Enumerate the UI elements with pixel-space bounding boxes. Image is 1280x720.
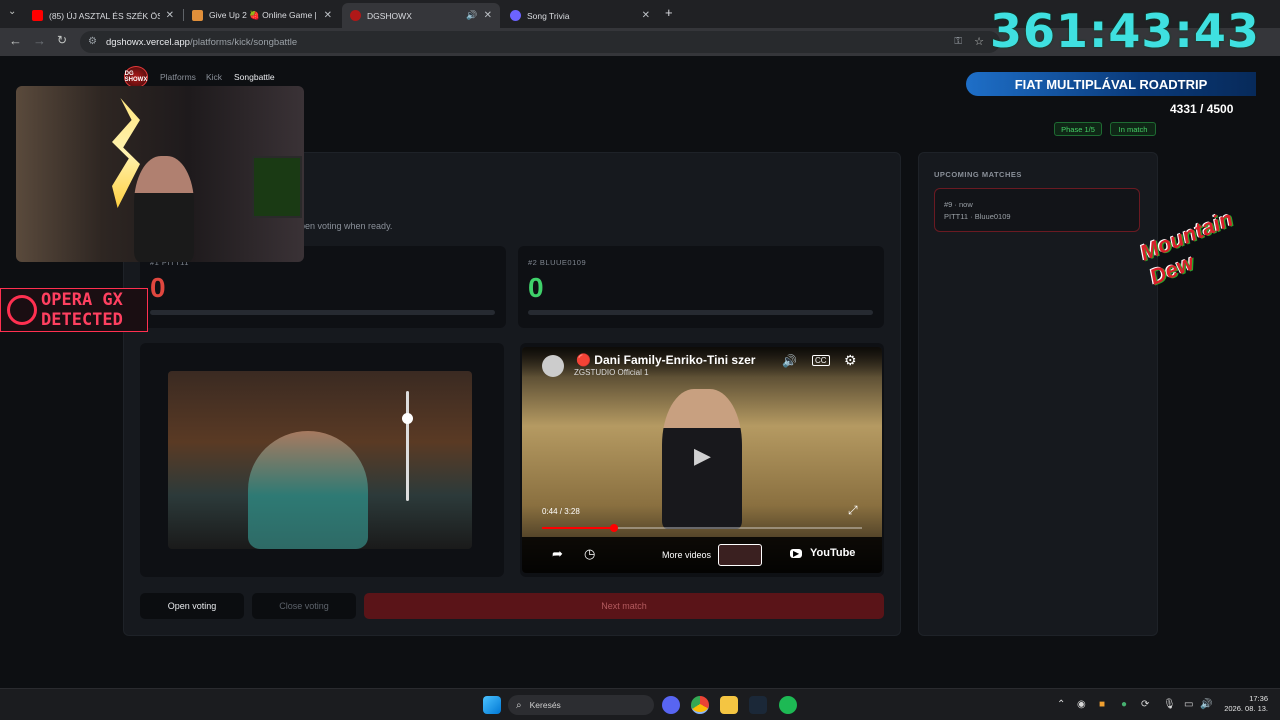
video-channel[interactable]: ZGSTUDIO Official 1 [574, 368, 649, 377]
opera-gx-detected-overlay: OPERA GX DETECTED [0, 288, 148, 332]
forward-arrow-icon[interactable]: → [33, 33, 46, 48]
video-progress-bar[interactable] [542, 527, 862, 529]
player-1-vote-bar [150, 310, 495, 315]
upcoming-matches-sidebar: UPCOMING MATCHES #9 · now PITT11 · Bluue… [918, 152, 1158, 636]
player-2-label: #2 BLUUE0109 [528, 258, 587, 267]
spotify-icon[interactable] [779, 696, 797, 714]
youtube-favicon-icon [32, 10, 43, 21]
audio-playing-icon[interactable]: 🔊 [466, 10, 477, 21]
video-person [248, 431, 368, 549]
opera-logo-icon [7, 295, 37, 325]
close-tab-icon[interactable]: ✕ [642, 10, 650, 21]
webcam-background-screen [252, 156, 302, 218]
tab-title: Give Up 2 🍓 Online Game | Gi [209, 10, 318, 20]
close-tab-icon[interactable]: ✕ [324, 10, 332, 21]
discord-icon[interactable] [662, 696, 680, 714]
new-tab-icon[interactable]: + [665, 5, 673, 20]
file-explorer-icon[interactable] [720, 696, 738, 714]
close-tab-icon[interactable]: ✕ [484, 10, 492, 21]
volume-slider[interactable] [406, 391, 409, 501]
game-favicon-icon [192, 10, 203, 21]
volume-icon[interactable]: 🔊 [782, 354, 797, 368]
reload-icon[interactable]: ↻ [57, 33, 67, 47]
play-icon[interactable]: ▶ [694, 443, 711, 469]
match-players: PITT11 · Bluue0109 [944, 212, 1011, 221]
back-arrow-icon[interactable]: ← [9, 33, 22, 48]
goal-progress: 4331 / 4500 [1170, 102, 1234, 116]
volume-slider-thumb[interactable] [402, 413, 413, 424]
tab-list-icon[interactable]: ⌄ [8, 6, 16, 17]
player-1-video[interactable] [168, 371, 472, 549]
player-2-panel: #2 BLUUE0109 0 [518, 246, 884, 328]
bookmark-star-icon[interactable]: ☆ [974, 35, 984, 48]
windows-taskbar: ⌕ Keresés ⌃ ◉ ■ ● ⟳ 🎙 ▭ 🔊 17:36 2026. 08… [0, 688, 1280, 720]
more-videos-thumbnail[interactable] [718, 544, 762, 566]
network-icon[interactable]: ▭ [1184, 699, 1193, 710]
sync-icon[interactable]: ⟳ [1141, 699, 1149, 710]
breadcrumb-songbattle[interactable]: Songbattle [234, 72, 275, 82]
upcoming-match-item[interactable]: #9 · now PITT11 · Bluue0109 [934, 188, 1140, 232]
player-2-score: 0 [528, 272, 544, 303]
url-host: dgshowx.vercel.app [106, 36, 190, 48]
streamer-webcam [16, 86, 304, 262]
chrome-icon[interactable] [691, 696, 709, 714]
trivia-favicon-icon [510, 10, 521, 21]
fullscreen-icon[interactable]: ⤢ [848, 503, 858, 518]
voting-hint: pen voting when ready. [300, 221, 393, 231]
browser-tab[interactable]: Give Up 2 🍓 Online Game | Gi ✕ [184, 3, 340, 28]
player-2-vote-bar [528, 310, 873, 315]
player-1-score: 0 [150, 272, 166, 303]
video-scrubber[interactable] [610, 524, 618, 532]
match-state-badge: In match [1110, 122, 1156, 136]
steam-tray-icon[interactable]: ◉ [1077, 699, 1086, 710]
goal-banner: FIAT MULTIPLÁVAL ROADTRIP [966, 72, 1256, 96]
tab-title: Song Trivia [527, 10, 570, 21]
youtube-logo-icon: ▶ [790, 549, 803, 558]
dgshowx-favicon-icon [350, 10, 361, 21]
video-title[interactable]: 🔴 Dani Family-Enriko-Tini szer [576, 353, 755, 367]
youtube-embed[interactable]: 🔴 Dani Family-Enriko-Tini szer ZGSTUDIO … [522, 347, 882, 573]
streamer [134, 156, 194, 262]
youtube-brand[interactable]: YouTube [810, 547, 855, 559]
site-info-icon[interactable]: ⚙ [88, 36, 97, 47]
search-icon: ⌕ [516, 699, 522, 711]
match-title: #9 · now [944, 200, 973, 209]
dgshowx-logo[interactable]: DG SHOWX [124, 66, 148, 88]
player-2-video-panel: 🔴 Dani Family-Enriko-Tini szer ZGSTUDIO … [520, 343, 884, 577]
taskbar-search[interactable]: ⌕ Keresés [508, 695, 654, 715]
tab-title: (85) ÚJ ASZTAL ÉS SZÉK ÖSSZEÉ [49, 10, 160, 21]
upcoming-matches-heading: UPCOMING MATCHES [934, 170, 1022, 179]
tab-title: DGSHOWX [367, 10, 412, 21]
captions-icon[interactable]: CC [812, 355, 830, 366]
browser-tab[interactable]: Song Trivia ✕ [502, 3, 658, 28]
more-videos-link[interactable]: More videos [662, 550, 711, 560]
video-time: 0:44 / 3:28 [542, 507, 580, 516]
speaker-icon[interactable]: 🔊 [1200, 699, 1212, 710]
browser-tab[interactable]: (85) ÚJ ASZTAL ÉS SZÉK ÖSSZEÉ ✕ [24, 3, 182, 28]
settings-gear-icon[interactable]: ⚙ [844, 352, 857, 369]
windows-start-icon[interactable] [483, 696, 501, 714]
url-bar[interactable]: ⚙ dgshowx.vercel.app/platforms/kick/song… [80, 31, 1000, 53]
watch-later-clock-icon[interactable]: ◷ [584, 546, 595, 562]
breadcrumb-platforms[interactable]: Platforms [160, 72, 196, 82]
player-1-video-panel [140, 343, 504, 577]
stream-timer: 361:43:43 [990, 4, 1260, 58]
close-tab-icon[interactable]: ✕ [166, 10, 174, 21]
tray-overflow-chevron-icon[interactable]: ⌃ [1057, 699, 1065, 710]
password-key-icon[interactable]: ⚿ [954, 36, 962, 47]
close-voting-button[interactable]: Close voting [252, 593, 356, 619]
browser-tab-active[interactable]: DGSHOWX 🔊 ✕ [342, 3, 500, 28]
tray-app-icon[interactable]: ■ [1099, 699, 1105, 710]
breadcrumb-kick[interactable]: Kick [206, 72, 222, 82]
taskbar-clock[interactable]: 17:36 2026. 08. 13. [1224, 694, 1268, 714]
channel-avatar[interactable] [542, 355, 564, 377]
url-path: /platforms/kick/songbattle [189, 36, 298, 48]
share-icon[interactable]: ➦ [552, 546, 563, 562]
steam-icon[interactable] [749, 696, 767, 714]
tray-app-icon[interactable]: ● [1121, 699, 1127, 710]
next-match-button[interactable]: Next match [364, 593, 884, 619]
phase-badge: Phase 1/5 [1054, 122, 1102, 136]
open-voting-button[interactable]: Open voting [140, 593, 244, 619]
microphone-icon[interactable]: 🎙 [1163, 699, 1176, 710]
